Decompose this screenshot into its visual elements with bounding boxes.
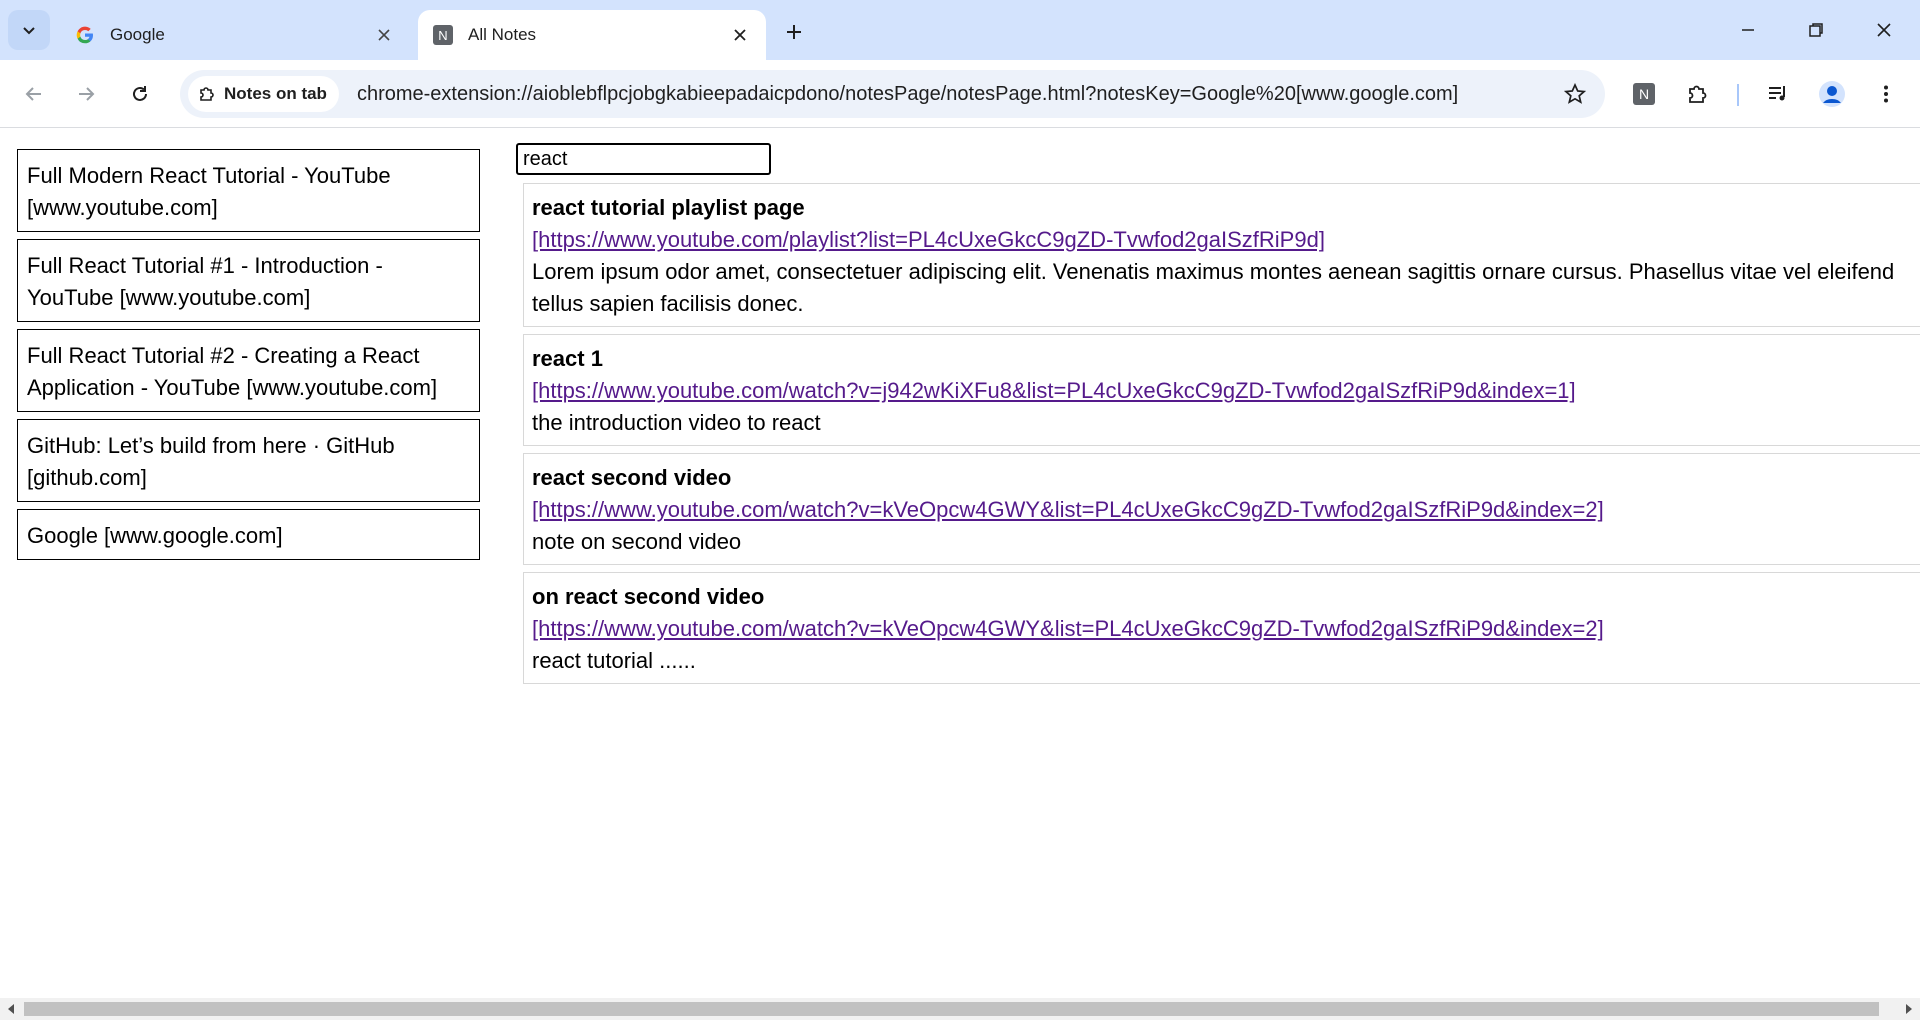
search-input[interactable] (516, 143, 771, 175)
site-info-label: Notes on tab (224, 84, 327, 103)
restore-icon (1809, 23, 1823, 37)
media-playlist-icon (1769, 86, 1785, 101)
note-title: on react second video (532, 584, 765, 609)
profile-button[interactable] (1812, 74, 1852, 114)
forward-button[interactable] (66, 74, 106, 114)
tab-all-notes[interactable]: N All Notes (418, 10, 766, 60)
note-link[interactable]: [https://www.youtube.com/watch?v=kVeOpcw… (532, 494, 1920, 526)
plus-icon (787, 25, 801, 39)
tab-google[interactable]: Google (60, 10, 410, 60)
google-favicon-icon (74, 24, 96, 46)
notes-page: Full Modern React Tutorial - YouTube [ww… (0, 129, 1920, 998)
more-vertical-icon (1884, 85, 1888, 103)
note-card: react tutorial playlist page [https://ww… (523, 183, 1920, 327)
minimize-icon (1742, 29, 1754, 31)
notes-extension-button[interactable]: N (1624, 74, 1664, 114)
chevron-down-icon (23, 27, 35, 35)
note-link[interactable]: [https://www.youtube.com/playlist?list=P… (532, 224, 1920, 256)
bookmark-star-icon[interactable] (1555, 74, 1595, 114)
avatar-icon (1819, 81, 1845, 107)
svg-text:N: N (438, 28, 447, 43)
extension-puzzle-icon (198, 85, 216, 103)
extensions-button[interactable] (1678, 74, 1718, 114)
browser-toolbar: Notes on tab chrome-extension://aioblebf… (0, 60, 1920, 128)
sidebar-item[interactable]: Google [www.google.com] (17, 509, 480, 560)
note-link[interactable]: [https://www.youtube.com/watch?v=j942wKi… (532, 375, 1920, 407)
new-tab-button[interactable] (776, 14, 812, 50)
note-body: note on second video (532, 529, 742, 554)
note-title: react second video (532, 465, 732, 490)
note-body: Lorem ipsum odor amet, consectetuer adip… (532, 259, 1895, 316)
media-controls-button[interactable] (1758, 74, 1798, 114)
url-text[interactable]: chrome-extension://aioblebflpcjobgkabiee… (357, 83, 1555, 106)
close-window-button[interactable] (1862, 8, 1906, 52)
scrollbar-thumb[interactable] (24, 1002, 1879, 1016)
svg-text:N: N (1639, 86, 1649, 102)
address-bar[interactable]: Notes on tab chrome-extension://aioblebf… (180, 70, 1605, 118)
back-arrow-icon (25, 87, 41, 101)
notes-list: react tutorial playlist page [https://ww… (523, 183, 1920, 691)
note-title: react 1 (532, 346, 603, 371)
note-body: react tutorial ...... (532, 648, 696, 673)
scroll-right-icon[interactable] (1901, 1002, 1917, 1016)
site-info-chip[interactable]: Notes on tab (188, 76, 339, 112)
tab-search-button[interactable] (8, 10, 50, 50)
close-icon (1877, 23, 1891, 37)
toolbar-separator (1737, 84, 1739, 106)
restore-button[interactable] (1794, 8, 1838, 52)
note-link[interactable]: [https://www.youtube.com/watch?v=kVeOpcw… (532, 613, 1920, 645)
notes-favicon-icon: N (432, 24, 454, 46)
minimize-button[interactable] (1726, 8, 1770, 52)
tab-title: All Notes (468, 25, 537, 44)
close-tab-icon[interactable] (728, 23, 752, 47)
page-list-sidebar: Full Modern React Tutorial - YouTube [ww… (17, 149, 480, 567)
sidebar-item[interactable]: Full React Tutorial #1 - Introduction - … (17, 239, 480, 322)
sidebar-item[interactable]: GitHub: Let’s build from here · GitHub [… (17, 419, 480, 502)
tab-strip: Google N All Notes (0, 0, 1920, 60)
scroll-left-icon[interactable] (3, 1002, 19, 1016)
forward-arrow-icon (79, 87, 95, 101)
note-title: react tutorial playlist page (532, 195, 805, 220)
reload-button[interactable] (120, 74, 160, 114)
close-tab-icon[interactable] (372, 23, 396, 47)
sidebar-item[interactable]: Full Modern React Tutorial - YouTube [ww… (17, 149, 480, 232)
reload-icon (133, 86, 147, 101)
note-card: on react second video [https://www.youtu… (523, 572, 1920, 684)
tab-title: Google (110, 25, 165, 44)
note-body: the introduction video to react (532, 410, 821, 435)
horizontal-scrollbar[interactable] (0, 998, 1920, 1020)
back-button[interactable] (14, 74, 54, 114)
sidebar-item[interactable]: Full React Tutorial #2 - Creating a Reac… (17, 329, 480, 412)
note-card: react second video [https://www.youtube.… (523, 453, 1920, 565)
notes-extension-icon: N (1633, 83, 1655, 105)
browser-menu-button[interactable] (1866, 74, 1906, 114)
note-card: react 1 [https://www.youtube.com/watch?v… (523, 334, 1920, 446)
extensions-puzzle-icon (1689, 85, 1707, 103)
